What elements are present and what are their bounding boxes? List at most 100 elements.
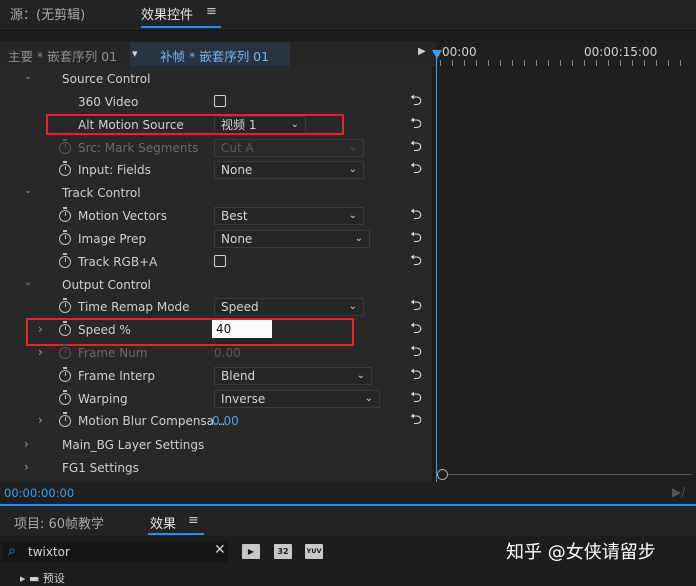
track-rgba-checkbox[interactable] <box>214 255 226 267</box>
twirl-open-icon[interactable]: ⌄ <box>24 72 32 82</box>
playhead-knob[interactable] <box>432 50 442 59</box>
360-video-checkbox[interactable] <box>214 95 226 107</box>
search-input-value[interactable]: twixtor <box>28 545 70 559</box>
time-remap-mode-dropdown[interactable]: Speed ⌄ <box>214 298 364 316</box>
group-source-control: Source Control <box>62 72 151 86</box>
image-prep-dropdown[interactable]: None ⌄ <box>214 230 370 248</box>
twirl-closed-icon[interactable]: › <box>38 413 43 427</box>
prop-frame-interp-label: Frame Interp <box>78 369 155 383</box>
dropdown-value: Cut A <box>221 141 254 155</box>
yuv-icon[interactable]: YUV <box>305 544 323 559</box>
input-fields-dropdown[interactable]: None ⌄ <box>214 161 364 179</box>
clear-icon[interactable]: ✕ <box>214 542 226 558</box>
bottom-tab-bar <box>0 506 696 536</box>
reset-icon[interactable]: ⮌ <box>410 250 422 275</box>
motion-vectors-dropdown[interactable]: Best ⌄ <box>214 207 364 225</box>
active-tab-underline <box>148 533 204 535</box>
reset-icon[interactable]: ⮌ <box>410 409 422 434</box>
frame-interp-dropdown[interactable]: Blend ⌄ <box>214 367 372 385</box>
prop-warping-label: Warping <box>78 392 128 406</box>
twirl-open-icon[interactable]: ⌄ <box>24 278 32 288</box>
dropdown-value: Best <box>221 209 248 223</box>
chevron-down-icon: ⌄ <box>348 301 357 312</box>
dropdown-value: None <box>221 163 253 177</box>
reset-icon[interactable]: ⮌ <box>410 295 422 320</box>
reset-icon[interactable]: ⮌ <box>410 204 422 229</box>
chevron-down-icon[interactable]: ▾ <box>132 47 138 60</box>
dropdown-value: None <box>221 232 253 246</box>
tab-project[interactable]: 项目: 60帧教学 <box>14 513 104 532</box>
clip-label[interactable]: 补帧 * 嵌套序列 01 <box>160 46 269 65</box>
stopwatch-icon[interactable] <box>59 207 71 222</box>
stopwatch-icon[interactable] <box>59 390 71 405</box>
dropdown-value: Inverse <box>221 392 266 406</box>
reset-icon[interactable]: ⮌ <box>410 318 422 343</box>
group-main-bg-layer-settings: Main_BG Layer Settings <box>62 438 205 452</box>
zoom-scroll-handle[interactable] <box>437 469 448 480</box>
prop-image-prep-label: Image Prep <box>78 232 147 246</box>
search-icon: ⌕ <box>8 543 16 559</box>
twirl-closed-icon[interactable]: › <box>38 345 43 359</box>
playhead[interactable] <box>436 50 437 482</box>
timeline-mid-time: 00:00:15:00 <box>584 45 658 59</box>
tab-source[interactable]: 源：(无剪辑) <box>10 4 85 23</box>
dropdown-value: Speed <box>221 300 259 314</box>
stopwatch-icon <box>59 139 71 154</box>
chevron-down-icon: ⌄ <box>356 370 365 381</box>
reset-icon[interactable]: ⮌ <box>410 227 422 252</box>
stopwatch-icon[interactable] <box>59 412 71 427</box>
tab-effect-controls[interactable]: 效果控件 <box>141 4 193 23</box>
timecode-bar <box>0 482 696 506</box>
dropdown-value: Blend <box>221 369 256 383</box>
timeline-area[interactable] <box>436 66 696 482</box>
stopwatch-icon <box>59 344 71 359</box>
stopwatch-icon[interactable] <box>59 230 71 245</box>
prop-360-video-label: 360 Video <box>78 95 139 109</box>
top-tab-bar <box>0 0 696 31</box>
32bit-icon[interactable]: 32 <box>274 544 292 559</box>
chevron-down-icon: ⌄ <box>348 210 357 221</box>
effects-menu-icon[interactable]: ≡ <box>188 513 199 528</box>
reset-icon[interactable]: ⮌ <box>410 113 422 138</box>
timeline-start-time: 00:00 <box>442 45 477 59</box>
twirl-closed-icon[interactable]: › <box>24 460 29 474</box>
twirl-closed-icon[interactable]: › <box>24 437 29 451</box>
master-clip-label[interactable]: 主要 * 嵌套序列 01 <box>8 46 117 65</box>
reset-icon[interactable]: ⮌ <box>410 158 422 183</box>
active-tab-underline <box>141 26 221 28</box>
prop-motion-vectors-label: Motion Vectors <box>78 209 167 223</box>
tab-effects[interactable]: 效果 <box>150 513 176 532</box>
chevron-down-icon: ⌄ <box>348 142 357 153</box>
motion-blur-value[interactable]: 0.00 <box>212 414 239 428</box>
twirl-open-icon[interactable]: ⌄ <box>24 186 32 196</box>
prop-frame-num-label: Frame Num <box>78 346 148 360</box>
watermark: 知乎 @女侠请留步 <box>506 542 656 563</box>
reset-icon[interactable]: ⮌ <box>410 341 422 366</box>
highlight-box-alt-motion <box>46 114 344 135</box>
play-icon[interactable]: ▶ <box>418 46 426 57</box>
src-mark-segments-dropdown: Cut A ⌄ <box>214 139 364 157</box>
stopwatch-icon[interactable] <box>59 161 71 176</box>
prop-input-fields-label: Input: Fields <box>78 163 151 177</box>
reset-icon[interactable]: ⮌ <box>410 364 422 389</box>
frame-num-value: 0.00 <box>214 346 241 360</box>
effects-list-item-partial[interactable]: ▸ ▬ 预设 <box>20 570 65 586</box>
group-output-control: Output Control <box>62 278 151 292</box>
prop-src-mark-segments-label: Src: Mark Segments <box>78 141 199 155</box>
panel-menu-icon[interactable]: ≡ <box>206 4 217 19</box>
reset-icon[interactable]: ⮌ <box>410 90 422 115</box>
zoom-scroll-track[interactable] <box>448 474 692 475</box>
accelerated-effects-icon[interactable]: ▶ <box>242 544 260 559</box>
prop-time-remap-mode-label: Time Remap Mode <box>78 300 190 314</box>
highlight-box-speed <box>26 318 354 346</box>
stopwatch-icon[interactable] <box>59 367 71 382</box>
stopwatch-icon[interactable] <box>59 298 71 313</box>
prop-track-rgba-label: Track RGB+A <box>78 255 158 269</box>
stopwatch-icon[interactable] <box>59 253 71 268</box>
warping-dropdown[interactable]: Inverse ⌄ <box>214 390 380 408</box>
chevron-down-icon: ⌄ <box>354 233 363 244</box>
audio-scrub-icon[interactable]: ▶/ <box>672 485 685 499</box>
group-track-control: Track Control <box>62 186 141 200</box>
current-timecode[interactable]: 00:00:00:00 <box>4 486 74 500</box>
chevron-down-icon: ⌄ <box>348 164 357 175</box>
